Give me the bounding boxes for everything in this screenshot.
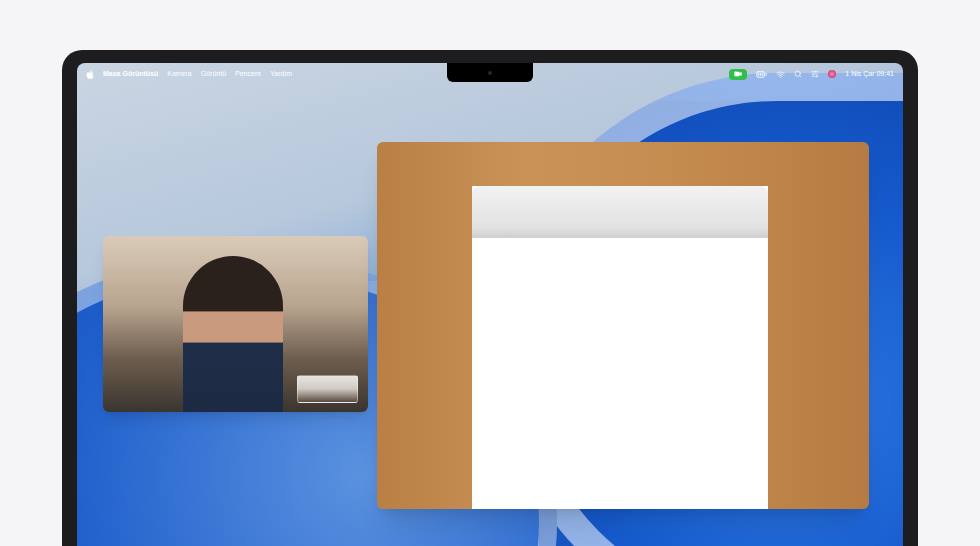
menu-item[interactable]: Görüntü <box>201 69 226 80</box>
self-view-pip[interactable] <box>297 375 358 403</box>
camera-indicator[interactable] <box>729 69 747 80</box>
camera-icon <box>734 70 742 78</box>
laptop-bezel: Masa Görüntüsü Kamera Görüntü Pencere Yardım… <box>62 50 918 546</box>
menu-item[interactable]: Yardım <box>270 69 292 80</box>
menu-left: Masa Görüntüsü Kamera Görüntü Pencere Yardım <box>86 69 292 80</box>
search-icon[interactable] <box>794 70 802 78</box>
clock[interactable]: 1 Nis Çar 09:41 <box>845 69 894 80</box>
paper-notepad <box>472 186 768 509</box>
page: Masa Görüntüsü Kamera Görüntü Pencere Yardım… <box>0 0 980 546</box>
caller-figure <box>183 256 283 412</box>
apple-logo-icon[interactable] <box>86 70 94 79</box>
menu-item[interactable]: Kamera <box>167 69 192 80</box>
control-center-icon[interactable] <box>811 70 819 78</box>
camera-lens-icon <box>488 71 492 75</box>
facetime-video-window[interactable] <box>103 236 368 412</box>
desk-view-window[interactable] <box>377 142 869 509</box>
siri-icon[interactable] <box>828 70 836 78</box>
notch <box>447 63 533 82</box>
battery-icon[interactable] <box>756 69 767 80</box>
menu-right: 1 Nis Çar 09:41 <box>729 69 894 80</box>
desktop-screen: Masa Görüntüsü Kamera Görüntü Pencere Yardım… <box>77 63 903 546</box>
menu-item[interactable]: Pencere <box>235 69 261 80</box>
wifi-icon[interactable] <box>776 70 785 79</box>
paper-curl <box>472 186 768 238</box>
app-menu[interactable]: Masa Görüntüsü <box>103 69 158 80</box>
